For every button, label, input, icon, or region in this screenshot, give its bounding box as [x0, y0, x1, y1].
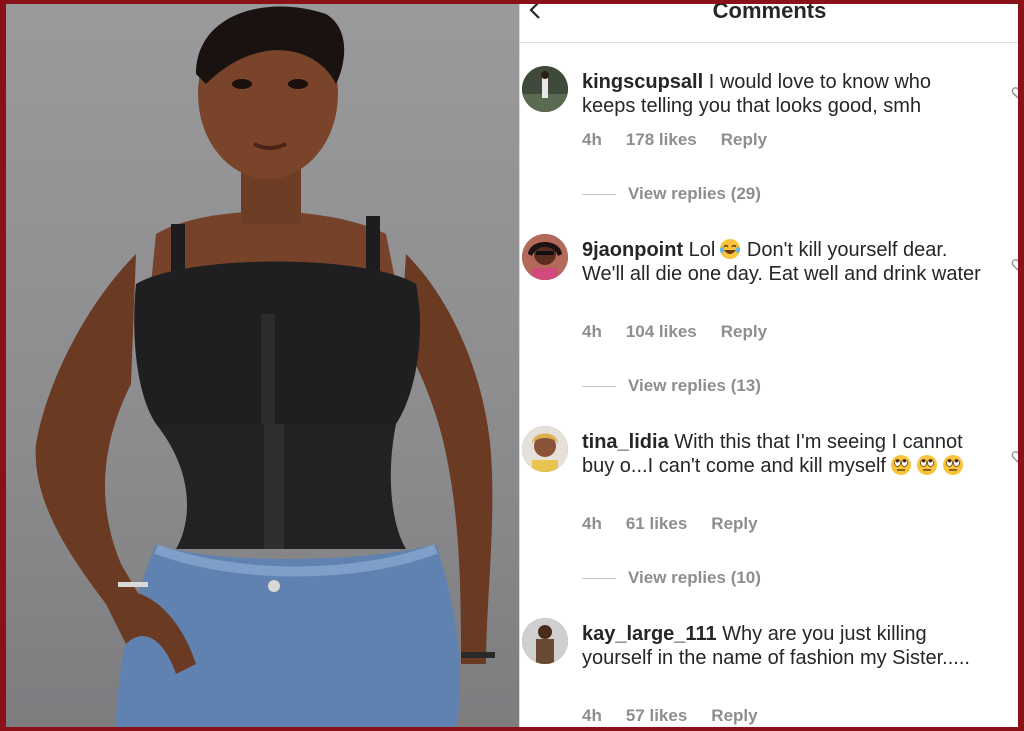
comment-username[interactable]: kingscupsall — [582, 71, 703, 93]
reply-button[interactable]: Reply — [721, 130, 767, 149]
comment-time: 4h — [582, 322, 602, 341]
view-replies-button[interactable]: View replies (13) — [582, 376, 761, 396]
comment-meta: 4h 178 likes Reply — [582, 130, 791, 150]
avatar[interactable] — [522, 66, 568, 112]
comment-time: 4h — [582, 514, 602, 533]
view-replies-button[interactable]: View replies (29) — [582, 184, 761, 204]
comment-likes[interactable]: 61 likes — [626, 514, 687, 533]
comment-username[interactable]: tina_lidia — [582, 431, 669, 453]
comment-likes[interactable]: 57 likes — [626, 706, 687, 725]
post-photo — [6, 4, 519, 727]
heart-icon[interactable] — [1011, 86, 1018, 100]
heart-icon[interactable] — [1011, 450, 1018, 464]
comment-meta: 4h 57 likes Reply — [582, 706, 782, 726]
divider — [582, 577, 616, 579]
comment-text: 9jaonpoint Lol Don't kill yourself dear.… — [582, 239, 981, 285]
comment-likes[interactable]: 178 likes — [626, 130, 697, 149]
comment-text: tina_lidia With this that I'm seeing I c… — [582, 431, 963, 477]
view-replies-button[interactable]: View replies (10) — [582, 568, 761, 588]
reply-button[interactable]: Reply — [721, 322, 767, 341]
comment-meta: 4h 61 likes Reply — [582, 514, 782, 534]
page-title: Comments — [712, 4, 827, 23]
avatar[interactable] — [522, 426, 568, 472]
comment-likes[interactable]: 104 likes — [626, 322, 697, 341]
comment-username[interactable]: kay_large_111 — [582, 623, 717, 645]
screenshot-frame: Comments kingscupsall I would love to kn… — [6, 4, 1018, 727]
eye-roll-emoji — [916, 455, 937, 475]
comment-text: kay_large_111 Why are you just killing y… — [582, 623, 970, 669]
comment-meta: 4h 104 likes Reply — [582, 322, 791, 342]
comments-header: Comments — [520, 4, 1018, 43]
comment-username[interactable]: 9jaonpoint — [582, 239, 683, 261]
comments-panel: Comments kingscupsall I would love to kn… — [519, 4, 1018, 727]
avatar[interactable] — [522, 234, 568, 280]
tears-of-joy-emoji — [720, 239, 741, 259]
avatar[interactable] — [522, 618, 568, 664]
divider — [582, 193, 616, 195]
eye-roll-emoji — [942, 455, 963, 475]
eye-roll-emoji — [890, 455, 911, 475]
reply-button[interactable]: Reply — [711, 706, 757, 725]
reply-button[interactable]: Reply — [711, 514, 757, 533]
comment-time: 4h — [582, 706, 602, 725]
heart-icon[interactable] — [1011, 258, 1018, 272]
comment-text: kingscupsall I would love to know who ke… — [582, 71, 932, 117]
divider — [582, 385, 616, 387]
woman-photo-illustration — [35, 6, 495, 727]
comment-time: 4h — [582, 130, 602, 149]
